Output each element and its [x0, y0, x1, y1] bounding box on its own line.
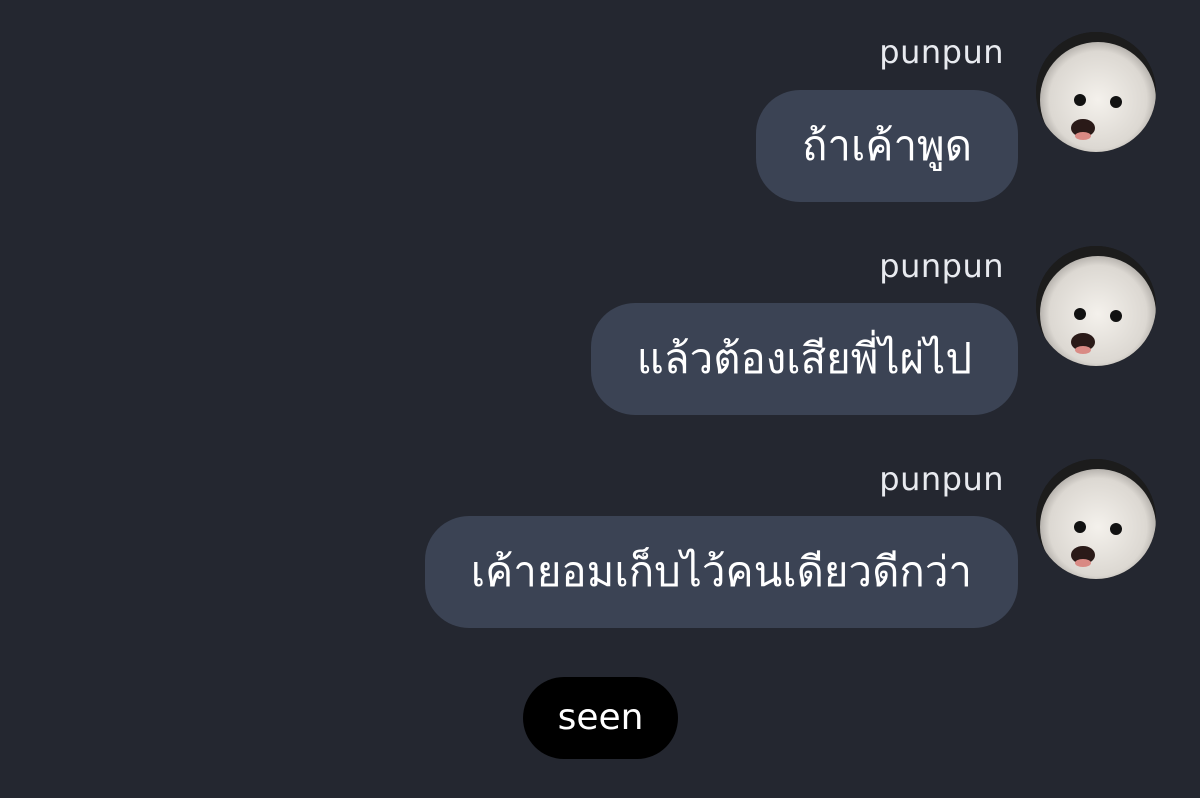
dog-avatar-icon[interactable] — [1036, 32, 1156, 152]
message-bubble[interactable]: ถ้าเค้าพูด — [755, 90, 1018, 202]
chat-screen: punpun ถ้าเค้าพูด punpun แล้วต้องเสียพี่… — [0, 0, 1200, 798]
sender-name: punpun — [879, 33, 1004, 71]
message-bubble[interactable]: แล้วต้องเสียพี่ไผ่ไป — [590, 303, 1018, 415]
sender-name: punpun — [879, 247, 1004, 285]
dog-avatar-icon[interactable] — [1036, 246, 1156, 366]
sender-name: punpun — [879, 460, 1004, 498]
seen-badge: seen — [523, 677, 678, 759]
dog-avatar-icon[interactable] — [1036, 459, 1156, 579]
message-bubble[interactable]: เค้ายอมเก็บไว้คนเดียวดีกว่า — [424, 516, 1018, 628]
